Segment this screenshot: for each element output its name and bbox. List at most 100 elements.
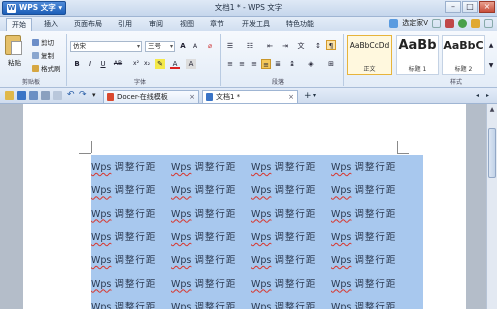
group-separator	[220, 34, 221, 86]
misspelled-word: Wps	[331, 255, 352, 267]
superscript-icon[interactable]: x²	[131, 59, 141, 69]
account-label[interactable]: 选定家V	[402, 18, 428, 28]
format-painter-button[interactable]: 格式刷	[32, 63, 61, 73]
styles-group-label: 样式	[450, 79, 463, 86]
document-line[interactable]: Wps 调整行距 Wps 调整行距 Wps 调整行距 Wps 调整行距	[91, 276, 411, 290]
minimize-icon[interactable]: –	[445, 1, 461, 13]
clear-format-icon[interactable]: ⌀	[205, 41, 215, 51]
style-heading-2[interactable]: AaBbC 标题 2	[442, 35, 485, 75]
misspelled-word: Wps	[251, 185, 272, 197]
distribute-icon[interactable]: ≣	[273, 59, 283, 69]
font-size-select[interactable]: 三号	[145, 41, 175, 52]
italic-button[interactable]: I	[85, 59, 95, 69]
shrink-font-icon[interactable]: A	[190, 42, 200, 52]
document-line[interactable]: Wps 调整行距 Wps 调整行距 Wps 调整行距 Wps 调整行距	[91, 159, 411, 173]
tab-chapter[interactable]: 章节	[210, 17, 224, 31]
close-icon[interactable]: ×	[479, 1, 495, 13]
tab-features[interactable]: 特色功能	[286, 17, 314, 31]
skin-icon[interactable]	[445, 18, 454, 28]
styles-scroll-up-icon[interactable]: ▲	[486, 41, 496, 51]
align-center-icon[interactable]: ≡	[237, 59, 247, 69]
close-tab-icon[interactable]: ×	[288, 91, 294, 103]
styles-more-icon[interactable]: ▼	[486, 61, 496, 71]
align-left-icon[interactable]: ≡	[225, 59, 235, 69]
tab-scroll-left-icon[interactable]: ◂	[476, 91, 479, 101]
options-icon[interactable]	[484, 18, 493, 28]
document-line[interactable]: Wps 调整行距 Wps 调整行距 Wps 调整行距 Wps 调整行距	[91, 252, 411, 267]
text-run: Wps 调整行距	[331, 182, 411, 196]
document-line[interactable]: Wps 调整行距 Wps 调整行距 Wps 调整行距 Wps 调整行距	[91, 206, 411, 220]
cut-button[interactable]: 剪切	[32, 37, 54, 47]
font-color-icon[interactable]: A	[170, 59, 180, 69]
undo-icon[interactable]: ↶	[67, 91, 76, 100]
print-preview-icon[interactable]	[53, 91, 62, 100]
subscript-icon[interactable]: x₂	[142, 59, 152, 69]
group-separator	[343, 34, 344, 86]
doc-tab-docer[interactable]: Docer-在线模板 ×	[103, 90, 199, 103]
vertical-scrollbar[interactable]: ▲	[486, 104, 497, 309]
text-run: Wps 调整行距	[331, 252, 411, 267]
style-heading-1[interactable]: AaBb 标题 1	[396, 35, 439, 75]
document-page[interactable]: Wps 调整行距 Wps 调整行距 Wps 调整行距 Wps 调整行距 Wps 调整行距 Wps 调整…	[23, 104, 466, 309]
open-folder-icon[interactable]	[5, 91, 14, 100]
tab-developer[interactable]: 开发工具	[242, 17, 270, 31]
misspelled-word: Wps	[251, 301, 272, 309]
user-icon[interactable]	[389, 18, 399, 28]
borders-icon[interactable]: ⊞	[326, 59, 336, 69]
chinese-text: 调整行距	[274, 162, 317, 173]
tab-home[interactable]: 开始	[6, 18, 32, 31]
tab-menu-icon[interactable]: ▾	[313, 91, 316, 101]
font-family-select[interactable]: 仿宋	[70, 41, 142, 52]
numbered-list-icon[interactable]: ☷	[245, 41, 255, 51]
shield-icon[interactable]	[458, 18, 467, 28]
show-marks-icon[interactable]: ¶	[326, 40, 336, 50]
save-icon[interactable]	[17, 91, 26, 100]
redo-icon[interactable]: ↷	[79, 91, 88, 100]
scroll-up-icon[interactable]: ▲	[488, 106, 496, 114]
help-icon[interactable]	[432, 18, 441, 28]
chinese-text: 调整行距	[194, 231, 237, 243]
tab-insert[interactable]: 插入	[44, 17, 58, 31]
copy-button[interactable]: 复制	[32, 50, 54, 60]
bullet-list-icon[interactable]: ☰	[225, 41, 235, 51]
misspelled-word: Wps	[251, 231, 272, 243]
tab-page-layout[interactable]: 页面布局	[74, 17, 102, 31]
style-normal[interactable]: AaBbCcDd 正文	[347, 35, 392, 75]
customize-toolbar-icon[interactable]: ▾	[92, 91, 101, 100]
align-right-icon[interactable]: ≡	[249, 59, 259, 69]
justify-icon[interactable]: ≡	[261, 59, 271, 69]
new-tab-button[interactable]: +	[304, 91, 312, 101]
document-line[interactable]: Wps 调整行距 Wps 调整行距 Wps 调整行距 Wps 调整行距	[91, 182, 411, 197]
shading-icon[interactable]: ◈	[306, 59, 316, 69]
tab-references[interactable]: 引用	[118, 17, 132, 31]
text-run: Wps 调整行距	[91, 229, 171, 243]
document-line[interactable]: Wps 调整行距 Wps 调整行距 Wps 调整行距 Wps 调整行距	[91, 229, 411, 243]
underline-button[interactable]: U	[98, 59, 108, 69]
char-shading-icon[interactable]: A	[186, 59, 196, 69]
font-group-label: 字体	[134, 79, 147, 86]
increase-indent-icon[interactable]: ⇥	[280, 41, 290, 51]
document-tab-bar: ↶ ↷ ▾ Docer-在线模板 × 文档1 * × + ▾ ◂ ▸	[0, 88, 497, 104]
bold-button[interactable]: B	[72, 59, 82, 69]
document-line[interactable]: Wps 调整行距 Wps 调整行距 Wps 调整行距 Wps 调整行距	[91, 299, 411, 309]
chinese-layout-icon[interactable]: 文	[296, 41, 306, 51]
tab-scroll-right-icon[interactable]: ▸	[486, 91, 489, 101]
maximize-icon[interactable]: □	[462, 1, 478, 13]
paste-button-label[interactable]: 粘贴	[8, 57, 21, 67]
grow-font-icon[interactable]: A	[178, 41, 188, 51]
line-spacing-icon[interactable]: ↨	[287, 59, 297, 69]
alert-icon[interactable]	[471, 18, 480, 28]
paste-icon[interactable]	[5, 35, 22, 55]
close-tab-icon[interactable]: ×	[189, 91, 195, 103]
tab-view[interactable]: 视图	[180, 17, 194, 31]
scrollbar-thumb[interactable]	[488, 128, 496, 178]
print-icon[interactable]	[41, 91, 50, 100]
tab-review[interactable]: 审阅	[149, 17, 163, 31]
doc-tab-document1[interactable]: 文档1 * ×	[202, 90, 298, 103]
highlight-icon[interactable]: ✎	[155, 59, 165, 69]
strikethrough-icon[interactable]: AB	[113, 59, 123, 69]
sort-icon[interactable]: ↕	[313, 41, 323, 51]
decrease-indent-icon[interactable]: ⇤	[265, 41, 275, 51]
format-painter-label: 格式刷	[41, 65, 61, 73]
save-as-icon[interactable]	[29, 91, 38, 100]
